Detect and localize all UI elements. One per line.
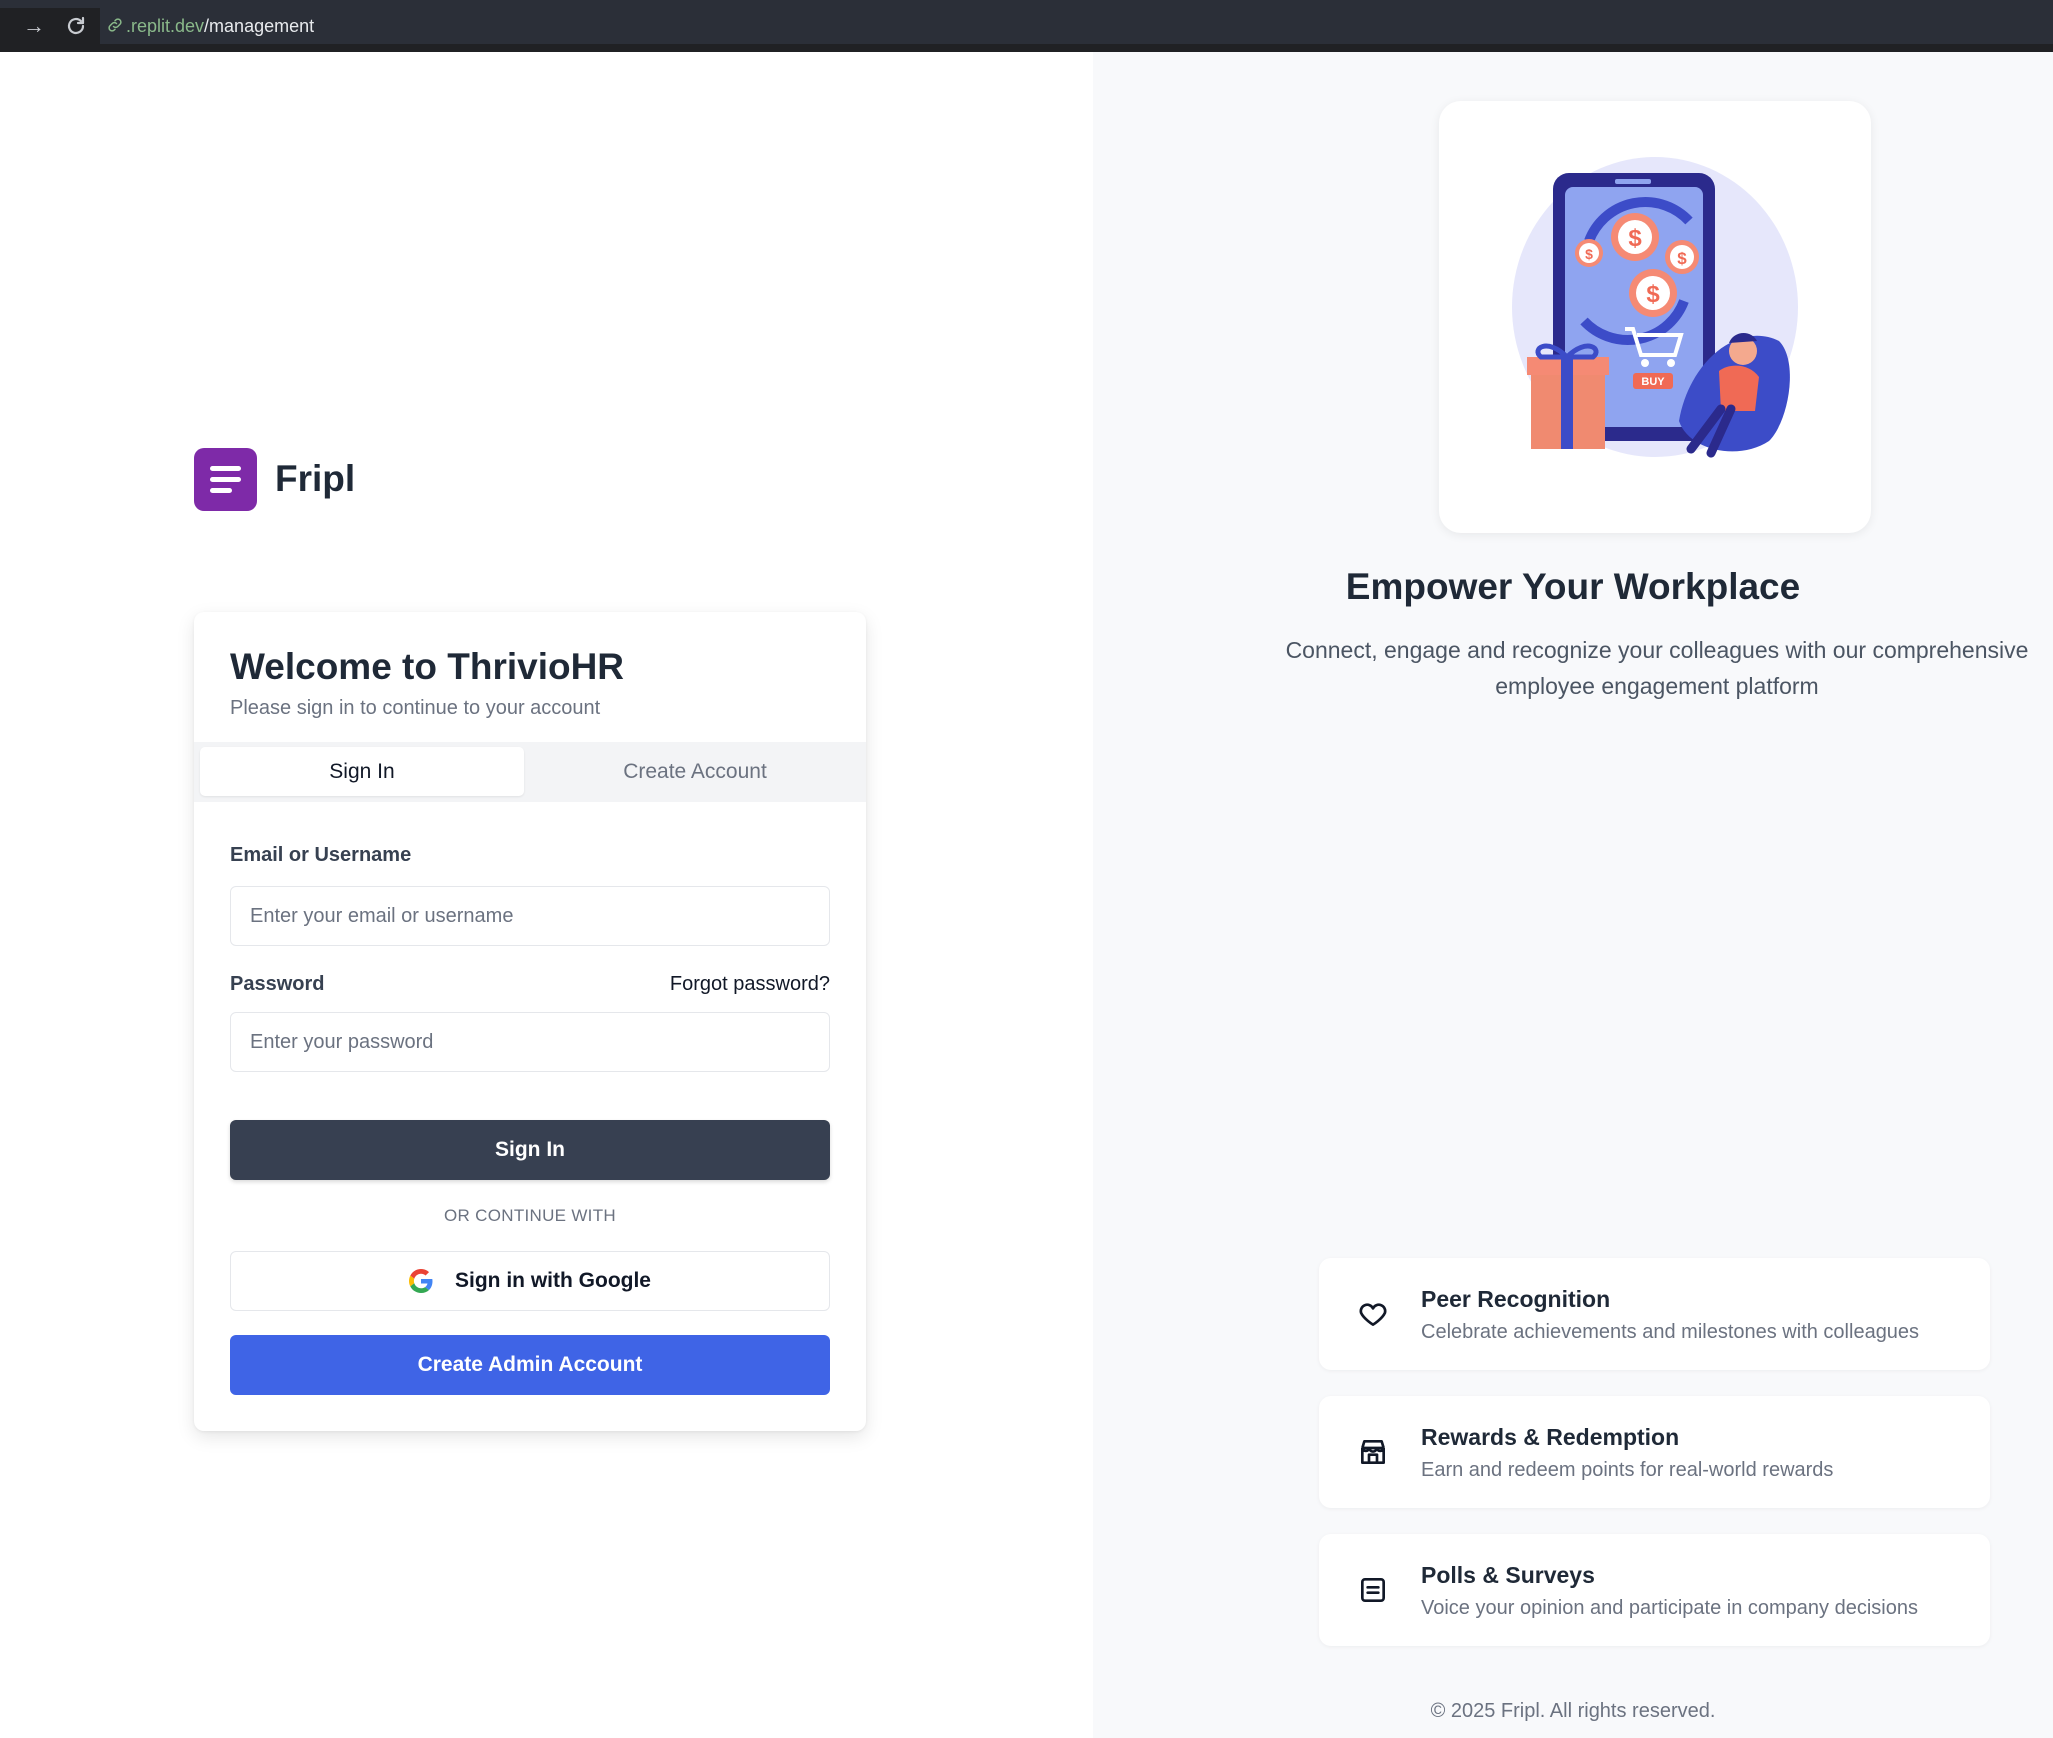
forward-arrow-icon[interactable]: → (20, 12, 48, 40)
svg-text:$: $ (1677, 249, 1687, 268)
feature-description: Earn and redeem points for real-world re… (1421, 1459, 1834, 1481)
tab-create-account[interactable]: Create Account (530, 747, 860, 796)
svg-text:$: $ (1646, 281, 1660, 308)
brand-name: Fripl (275, 458, 356, 499)
forgot-password-link[interactable]: Forgot password? (670, 973, 830, 996)
heart-icon (1359, 1303, 1387, 1326)
feature-description: Celebrate achievements and milestones wi… (1421, 1321, 1920, 1343)
password-label: Password (230, 973, 325, 995)
tab-sign-in[interactable]: Sign In (200, 747, 524, 796)
sign-in-button[interactable]: Sign In (230, 1120, 830, 1180)
hero-description: Connect, engage and recognize your colle… (1285, 637, 2029, 699)
hero-title: Empower Your Workplace (1345, 566, 1801, 607)
url-text[interactable]: .replit.dev/management (126, 14, 314, 38)
browser-toolbar: → .replit.dev/management (0, 0, 2053, 52)
divider-text: OR CONTINUE WITH (444, 1206, 616, 1225)
illustration-buy-badge: BUY (1641, 376, 1665, 388)
right-panel: $ $ $ $ BUY Empower Your Workplace Conne… (1093, 52, 2053, 1738)
login-subtitle: Please sign in to continue to your accou… (230, 697, 601, 719)
password-field[interactable] (231, 1013, 829, 1071)
google-sign-in-button[interactable]: Sign in with Google (230, 1251, 830, 1311)
login-title: Welcome to ThrivioHR (230, 646, 625, 687)
link-icon (108, 18, 122, 32)
url-host: .replit.dev (126, 16, 205, 36)
brand-logo-icon (194, 447, 257, 511)
feature-description: Voice your opinion and participate in co… (1421, 1597, 1918, 1619)
illustration-card: $ $ $ $ BUY (1439, 101, 1871, 533)
email-field-wrapper (230, 886, 830, 946)
feature-title: Polls & Surveys (1421, 1562, 1595, 1588)
google-icon (409, 1269, 433, 1293)
email-field[interactable] (231, 887, 829, 945)
svg-text:$: $ (1628, 225, 1642, 252)
list-icon (1361, 1578, 1385, 1602)
login-card: Welcome to ThrivioHR Please sign in to c… (194, 612, 866, 1431)
email-label: Email or Username (230, 844, 412, 866)
brand: Fripl (194, 447, 355, 511)
store-icon (1361, 1440, 1385, 1464)
feature-title: Rewards & Redemption (1421, 1424, 1680, 1450)
reload-icon[interactable] (62, 12, 90, 40)
feature-title: Peer Recognition (1421, 1286, 1611, 1312)
shopping-rewards-illustration: $ $ $ $ BUY (1512, 157, 1798, 458)
auth-tabs: Sign In Create Account (194, 742, 866, 802)
browser-top-strip (0, 0, 2053, 8)
create-admin-account-button[interactable]: Create Admin Account (230, 1335, 830, 1395)
footer-copyright: © 2025 Fripl. All rights reserved. (1430, 1700, 1716, 1722)
svg-text:$: $ (1585, 246, 1593, 262)
feature-card-polls: Polls & Surveys Voice your opinion and p… (1319, 1534, 1990, 1646)
url-path: /management (204, 16, 315, 36)
feature-card-rewards: Rewards & Redemption Earn and redeem poi… (1319, 1396, 1990, 1508)
google-sign-in-label: Sign in with Google (455, 1269, 651, 1292)
password-field-wrapper (230, 1012, 830, 1072)
feature-card-peer-recognition: Peer Recognition Celebrate achievements … (1319, 1258, 1990, 1370)
address-bar[interactable] (100, 8, 2053, 44)
left-panel: Fripl Welcome to ThrivioHR Please sign i… (0, 52, 1093, 1738)
